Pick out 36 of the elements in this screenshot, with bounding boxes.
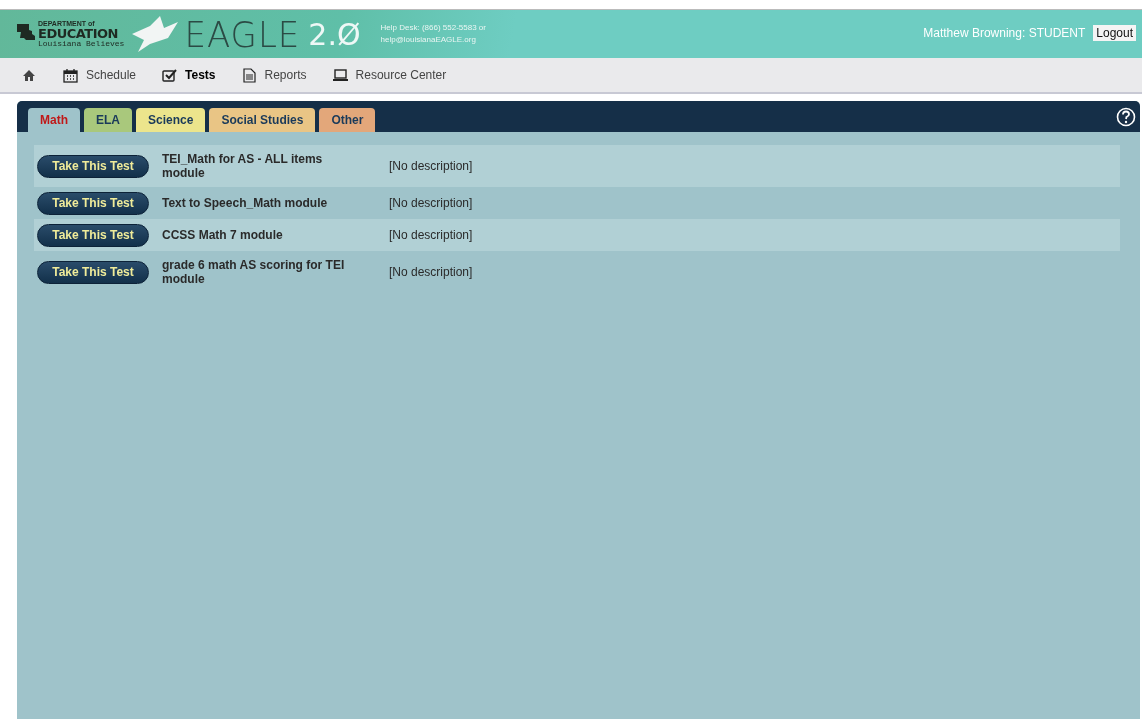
take-test-button[interactable]: Take This Test	[37, 223, 149, 247]
test-description: [No description]	[389, 265, 473, 279]
test-name: CCSS Math 7 module	[162, 228, 284, 242]
tab[interactable]: ELA	[84, 108, 132, 132]
test-description: [No description]	[389, 228, 473, 242]
nav-link[interactable]: Schedule	[63, 67, 137, 83]
home-link[interactable]	[22, 67, 37, 83]
brand-version: 2.Ø	[308, 16, 361, 52]
logo-title: EDUCATION	[38, 27, 119, 40]
take-test-button[interactable]: Take This Test	[37, 191, 149, 215]
tab[interactable]: Science	[136, 108, 206, 132]
test-name: TEI_Math for AS - ALL items module	[162, 152, 324, 180]
brand-name: EAGLE	[184, 13, 301, 55]
test-name: Text to Speech_Math module	[162, 196, 329, 210]
logout-button[interactable]: Logout	[1093, 25, 1136, 41]
state-map-icon	[16, 23, 36, 41]
home-icon	[22, 67, 37, 83]
laptop-icon	[332, 67, 348, 83]
help-icon	[1116, 106, 1136, 127]
test-description: [No description]	[389, 159, 473, 173]
calendar-icon	[63, 67, 78, 83]
user-name: Matthew Browning: STUDENT	[923, 26, 1086, 40]
help-text: Help Desk: (866) 552-5583 or	[380, 22, 486, 34]
tab[interactable]: Social Studies	[209, 108, 316, 132]
help-text: help@louisianaEAGLE.org	[380, 34, 477, 46]
nav-link[interactable]: Tests	[162, 67, 216, 83]
checkbox-icon	[162, 67, 178, 83]
test-name: grade 6 math AS scoring for TEI module	[162, 258, 346, 286]
nav-link[interactable]: Reports	[241, 67, 307, 83]
take-test-button[interactable]: Take This Test	[37, 154, 149, 178]
tab[interactable]: Other	[319, 108, 376, 132]
take-test-button[interactable]: Take This Test	[37, 260, 149, 284]
document-icon	[241, 67, 257, 83]
test-description: [No description]	[389, 196, 473, 210]
logo-tagline: Louisiana Believes	[38, 40, 125, 48]
nav-link[interactable]: Resource Center	[332, 67, 447, 83]
